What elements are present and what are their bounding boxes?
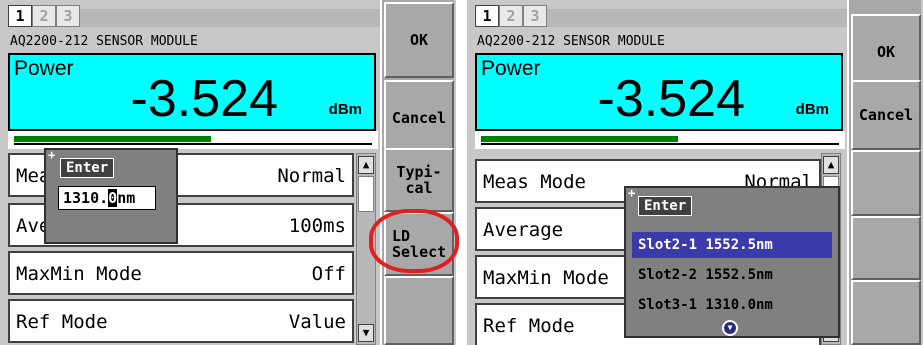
tab-2[interactable]: 2 — [499, 5, 523, 27]
plus-icon: + — [628, 186, 636, 200]
power-value: -3.524 — [130, 70, 278, 128]
blank-softkey-5 — [851, 280, 921, 345]
option-slot2-2[interactable]: Slot2-2 1552.5nm — [632, 262, 832, 288]
ok-button[interactable]: OK — [851, 14, 921, 90]
typical-button[interactable]: Typi- cal — [384, 148, 454, 212]
power-label: Power — [481, 57, 541, 80]
option-slot2-1[interactable]: Slot2-1 1552.5nm — [632, 232, 832, 258]
row-value: Value — [288, 311, 346, 333]
row-value: Off — [311, 263, 346, 285]
level-bar-rule — [14, 143, 372, 145]
tab-2[interactable]: 2 — [32, 5, 56, 27]
plus-icon: + — [48, 148, 56, 162]
cancel-button[interactable]: Cancel — [851, 80, 921, 150]
tab-1[interactable]: 1 — [8, 5, 32, 27]
tab-3[interactable]: 3 — [56, 5, 80, 27]
tab-1[interactable]: 1 — [475, 5, 499, 27]
blank-softkey-4 — [851, 216, 921, 280]
level-bar — [8, 131, 378, 149]
option-slot3-1[interactable]: Slot3-1 1310.0nm — [632, 292, 832, 318]
enter-dialog: + Enter 1310.0nm — [44, 148, 178, 244]
level-bar-fill — [481, 136, 678, 142]
power-display: Power -3.524 dBm — [8, 53, 376, 131]
row-value: 100ms — [288, 215, 346, 237]
up-arrow-icon[interactable]: ▲ — [358, 156, 374, 174]
module-title: AQ2200-212 SENSOR MODULE — [475, 31, 845, 53]
module-title: AQ2200-212 SENSOR MODULE — [8, 31, 378, 53]
ld-select-dialog: + Enter Slot2-1 1552.5nm Slot2-2 1552.5n… — [624, 186, 840, 338]
softkey-panel: OK Cancel Typi- cal LD Select — [380, 0, 454, 345]
tab-bar-filler — [80, 9, 430, 27]
input-text: 1310. — [63, 189, 109, 207]
tab-bar: 1 2 3 — [8, 5, 430, 27]
input-cursor: 0 — [108, 189, 118, 207]
row-label: MaxMin Mode — [483, 267, 609, 289]
dialog-title: Enter — [638, 196, 693, 216]
row-value: Normal — [277, 165, 346, 187]
row-ref-mode[interactable]: Ref Mode Value — [8, 299, 354, 343]
scroll-thumb[interactable] — [358, 176, 374, 212]
tab-3[interactable]: 3 — [523, 5, 547, 27]
level-bar-rule — [481, 143, 839, 145]
tab-bar-filler — [547, 9, 897, 27]
down-arrow-icon[interactable]: ▼ — [358, 324, 374, 342]
power-value: -3.524 — [597, 70, 745, 128]
ld-select-button[interactable]: LD Select — [384, 212, 454, 276]
row-label: MaxMin Mode — [16, 263, 142, 285]
up-arrow-icon[interactable]: ▲ — [823, 156, 839, 174]
cancel-button[interactable]: Cancel — [384, 80, 454, 156]
power-unit: dBm — [328, 101, 362, 118]
dialog-title: Enter — [60, 158, 115, 178]
blank-softkey-3 — [851, 150, 921, 216]
level-bar-fill — [14, 136, 211, 142]
right-screen: 1 2 3 AQ2200-212 SENSOR MODULE Power -3.… — [467, 0, 923, 345]
softkey-panel: OK Cancel — [847, 0, 921, 345]
input-unit: nm — [117, 189, 136, 207]
row-label: Average — [483, 219, 564, 241]
power-unit: dBm — [795, 101, 829, 118]
tab-bar: 1 2 3 — [475, 5, 897, 27]
row-label: Ref Mode — [16, 311, 108, 333]
row-maxmin-mode[interactable]: MaxMin Mode Off — [8, 251, 354, 295]
level-bar — [475, 131, 845, 149]
list-scrollbar[interactable]: ▲ ▼ — [356, 153, 376, 345]
row-label: Ref Mode — [483, 315, 575, 337]
power-display: Power -3.524 dBm — [475, 53, 843, 131]
blank-softkey — [384, 276, 454, 345]
ok-button[interactable]: OK — [384, 2, 454, 78]
left-screen: 1 2 3 AQ2200-212 SENSOR MODULE Power -3.… — [0, 0, 456, 345]
chevron-down-circle-icon[interactable]: ▼ — [722, 320, 738, 336]
power-label: Power — [14, 57, 74, 80]
row-label: Meas Mode — [483, 171, 586, 193]
wavelength-input[interactable]: 1310.0nm — [58, 186, 156, 210]
